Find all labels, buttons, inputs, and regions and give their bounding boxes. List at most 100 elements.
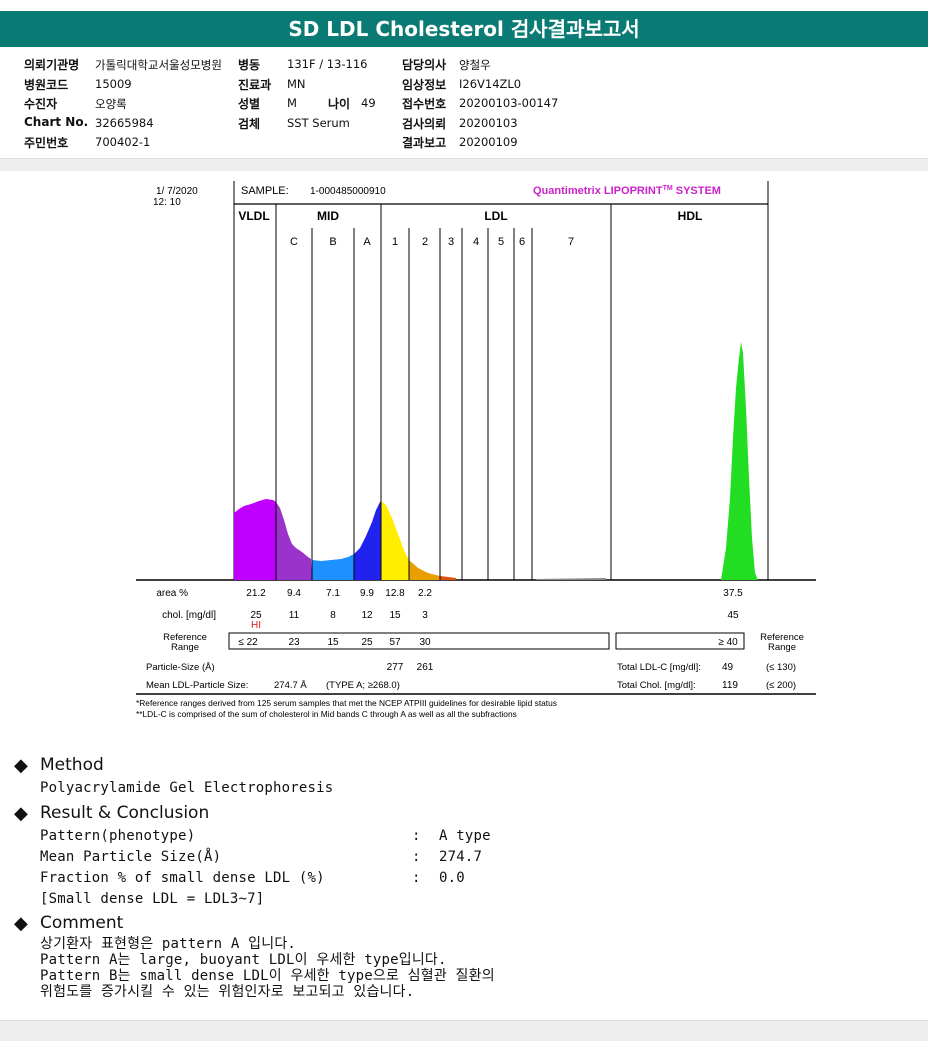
specimen-label: 검체	[238, 117, 261, 131]
code-label: 병원코드	[24, 78, 69, 92]
report-title: SD LDL Cholesterol 검사결과보고서	[0, 11, 928, 47]
sex-value: M	[287, 96, 297, 110]
doctor-value: 양철우	[459, 58, 491, 72]
band-label-4: 4	[473, 236, 479, 248]
chol-c: 11	[289, 610, 300, 621]
area-ldl2: 2.2	[418, 588, 432, 599]
receipt-label: 접수번호	[402, 97, 447, 111]
ref-ldl1: 57	[389, 637, 401, 648]
result-colon: :	[412, 870, 421, 886]
result-label-pattern: Pattern(phenotype)	[40, 828, 196, 844]
band-label-5: 5	[498, 236, 504, 248]
ward-value: 131F / 13-116	[287, 57, 368, 71]
diamond-icon: ◆	[14, 803, 28, 823]
diamond-icon: ◆	[14, 913, 28, 933]
chol-ldl1: 15	[389, 610, 401, 621]
sex-label: 성별	[238, 97, 261, 111]
mean-size-value: 274.7 Å	[274, 680, 307, 691]
age-value: 49	[361, 96, 376, 110]
receipt-value: 20200103-00147	[459, 96, 559, 110]
method-text: Polyacrylamide Gel Electrophoresis	[40, 780, 334, 796]
footnote-1: *Reference ranges derived from 125 serum…	[136, 698, 557, 708]
chart-value: 32665984	[95, 116, 154, 130]
method-section: ◆ Method Polyacrylamide Gel Electrophore…	[14, 755, 914, 796]
area-ldl1: 12.8	[385, 588, 405, 599]
ref-left-label-2: Range	[171, 642, 199, 653]
band-label-6: 6	[519, 236, 525, 248]
result-section: ◆ Result & Conclusion Pattern(phenotype)…	[14, 803, 914, 914]
lipoprint-report: 1/ 7/2020 12: 10 SAMPLE: 1-000485000910 …	[136, 178, 816, 723]
result-colon: :	[412, 849, 421, 865]
band-label-3: 3	[448, 236, 454, 248]
total-chol-label: Total Chol. [mg/dl]:	[617, 680, 696, 691]
total-chol-value: 119	[722, 680, 738, 691]
sample-label: SAMPLE:	[241, 185, 289, 197]
band-label-7: 7	[568, 236, 574, 248]
fraction-mid-a	[354, 501, 381, 580]
chart-time: 12: 10	[153, 197, 181, 208]
diamond-icon: ◆	[14, 755, 28, 775]
name-label: 수진자	[24, 97, 58, 111]
fraction-mid-b	[312, 554, 354, 580]
fraction-ldl1	[381, 501, 409, 580]
result-label-size: Mean Particle Size(Å)	[40, 849, 222, 865]
hospital-value: 가톨릭대학교서울성모병원	[95, 58, 222, 72]
chol-row-label: chol. [mg/dl]	[162, 610, 216, 621]
group-vldl: VLDL	[238, 209, 269, 223]
chart-date: 1/ 7/2020	[156, 186, 198, 197]
report-value: 20200109	[459, 135, 518, 149]
total-chol-ref: (≤ 200)	[766, 680, 796, 691]
ref-ldl2: 30	[419, 637, 431, 648]
group-mid: MID	[317, 209, 339, 223]
particle-label: Particle-Size (Å)	[146, 662, 215, 673]
ref-b: 15	[327, 637, 339, 648]
report-label: 결과보고	[402, 136, 447, 150]
result-value-pattern: A type	[439, 828, 491, 844]
mean-size-label: Mean LDL-Particle Size:	[146, 680, 248, 691]
ref-right-label-2: Range	[768, 642, 796, 653]
dept-label: 진료과	[238, 78, 272, 92]
clinical-label: 임상정보	[402, 78, 447, 92]
chol-b: 8	[330, 610, 336, 621]
area-b: 7.1	[326, 588, 340, 599]
code-value: 15009	[95, 77, 132, 91]
area-a: 9.9	[360, 588, 374, 599]
comment-line-2: Pattern A는 large, buoyant LDL이 우세한 type입…	[40, 952, 447, 968]
id-value: 700402-1	[95, 135, 151, 149]
ref-a: 25	[361, 637, 373, 648]
divider-band	[0, 158, 928, 171]
result-title: Result & Conclusion	[40, 803, 210, 823]
doctor-label: 담당의사	[402, 58, 447, 72]
area-c: 9.4	[287, 588, 301, 599]
band-label-1: 1	[392, 236, 398, 248]
chol-ldl2: 3	[422, 610, 428, 621]
comment-section: ◆ Comment 상기환자 표현형은 pattern A 입니다. Patte…	[14, 913, 914, 1014]
particle-ldl1: 277	[387, 662, 404, 673]
ref-hdl: ≥ 40	[718, 637, 738, 648]
fraction-ldl3	[440, 576, 456, 580]
chol-hdl: 45	[727, 610, 739, 621]
result-colon: :	[412, 828, 421, 844]
footer-band	[0, 1020, 928, 1041]
band-label-c: C	[290, 236, 298, 248]
band-label-2: 2	[422, 236, 428, 248]
name-value: 오양록	[95, 97, 127, 111]
area-row-label: area %	[156, 588, 188, 599]
total-ldl-value: 49	[722, 662, 734, 673]
comment-line-1: 상기환자 표현형은 pattern A 입니다.	[40, 936, 297, 952]
fraction-vldl	[234, 499, 276, 580]
fraction-ldl7	[536, 578, 606, 580]
fraction-ldl2	[409, 560, 440, 580]
band-label-b: B	[329, 236, 336, 248]
ward-label: 병동	[238, 58, 261, 72]
group-hdl: HDL	[678, 209, 703, 223]
band-label-a: A	[363, 236, 371, 248]
clinical-value: I26V14ZL0	[459, 77, 522, 91]
request-label: 검사의뢰	[402, 117, 447, 131]
particle-ldl2: 261	[417, 662, 434, 673]
id-label: 주민번호	[24, 136, 69, 150]
dept-value: MN	[287, 77, 306, 91]
total-ldl-ref: (≤ 130)	[766, 662, 796, 673]
hospital-label: 의뢰기관명	[24, 58, 80, 72]
brand-name: Quantimetrix LIPOPRINTTM SYSTEM	[533, 185, 721, 197]
